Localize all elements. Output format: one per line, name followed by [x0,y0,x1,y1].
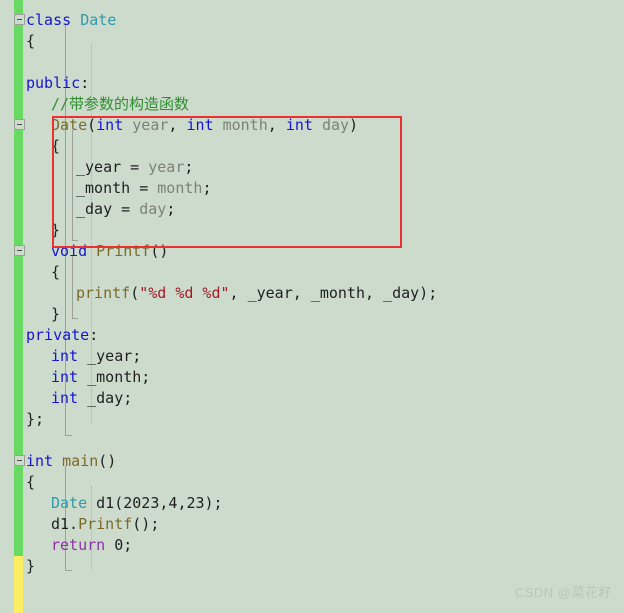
code-line: return 0; [51,535,132,556]
code-token: int [186,116,214,134]
code-line: int main() [26,451,116,472]
code-token: ) [349,116,359,134]
code-line: private: [26,325,98,346]
code-token: , [267,116,286,134]
code-line: void Printf() [51,241,168,262]
code-line: int _day; [51,388,132,409]
code-line: printf("%d %d %d", _year, _month, _day); [76,283,437,304]
code-token: { [51,137,61,155]
code-token: class [26,11,72,29]
code-line: int _month; [51,367,150,388]
code-token: Date [51,494,88,512]
code-token: ; [123,536,133,554]
code-token: }; [26,410,45,428]
code-line: Date(int year, int month, int day) [51,115,358,136]
code-token: Printf [78,515,133,533]
code-token: _month = [76,179,158,197]
code-token: day [321,116,350,134]
code-token: int [285,116,313,134]
code-token: int [51,368,79,386]
code-token: year [132,116,169,134]
code-token: () [98,452,117,470]
code-token: Printf [96,242,151,260]
code-token: private [26,326,90,344]
code-token: _day = [76,200,140,218]
code-token: { [26,473,36,491]
code-line: Date d1(2023,4,23); [51,493,223,514]
code-token: int [96,116,124,134]
code-token: year [148,158,185,176]
code-line: { [26,472,35,493]
code-token: : [89,326,99,344]
code-token: () [150,242,169,260]
code-token: void [51,242,88,260]
code-line: { [26,31,35,52]
code-token: int [51,389,79,407]
code-token: month [222,116,268,134]
code-token: (); [132,515,160,533]
code-token: day [139,200,167,218]
code-token: , [168,116,187,134]
code-token: "%d %d %d" [139,284,230,302]
code-token: : [80,74,90,92]
code-line: d1.Printf(); [51,514,159,535]
code-line: { [51,136,60,157]
code-line: }; [26,409,44,430]
code-token: _month; [78,368,151,386]
code-line: public: [26,73,89,94]
code-token: month [157,179,203,197]
csdn-watermark: CSDN @菜花籽 [514,585,612,600]
code-token: ; [202,179,212,197]
code-token: 2023 [123,494,160,512]
code-token: int [26,452,54,470]
code-token: 0 [114,536,124,554]
code-line: } [51,220,60,241]
code-line: _day = day; [76,199,175,220]
code-line: } [26,556,35,577]
code-token: } [26,557,36,575]
code-token: ; [184,158,194,176]
code-token: { [26,32,36,50]
code-token: d1( [87,494,124,512]
code-token: 23 [186,494,205,512]
code-token: _year; [78,347,142,365]
code-token: ); [204,494,223,512]
code-token: { [51,263,61,281]
code-token: _year = [76,158,149,176]
code-token: printf [76,284,131,302]
code-line: class Date [26,10,116,31]
code-token: ( [130,284,140,302]
code-line: { [51,262,60,283]
code-token: d1. [51,515,79,533]
code-token: int [51,347,79,365]
code-token: } [51,305,61,323]
code-text-layer[interactable]: class Date{public://带参数的构造函数 Date(int yea… [0,0,624,613]
code-token: _day; [78,389,133,407]
code-token: , _year, _month, _day); [229,284,438,302]
code-line: int _year; [51,346,141,367]
code-line: } [51,304,60,325]
code-token: Date [51,116,88,134]
code-editor-pane[interactable]: class Date{public://带参数的构造函数 Date(int yea… [0,0,624,613]
code-token: return [51,536,106,554]
code-token: } [51,221,61,239]
code-token: ( [87,116,97,134]
code-line: //带参数的构造函数 [51,94,189,115]
code-token: Date [80,11,117,29]
code-token: //带参数的构造函数 [51,95,190,113]
code-token: public [26,74,81,92]
code-token: main [62,452,99,470]
code-line: _year = year; [76,157,193,178]
code-line: _month = month; [76,178,211,199]
code-token: ; [166,200,176,218]
